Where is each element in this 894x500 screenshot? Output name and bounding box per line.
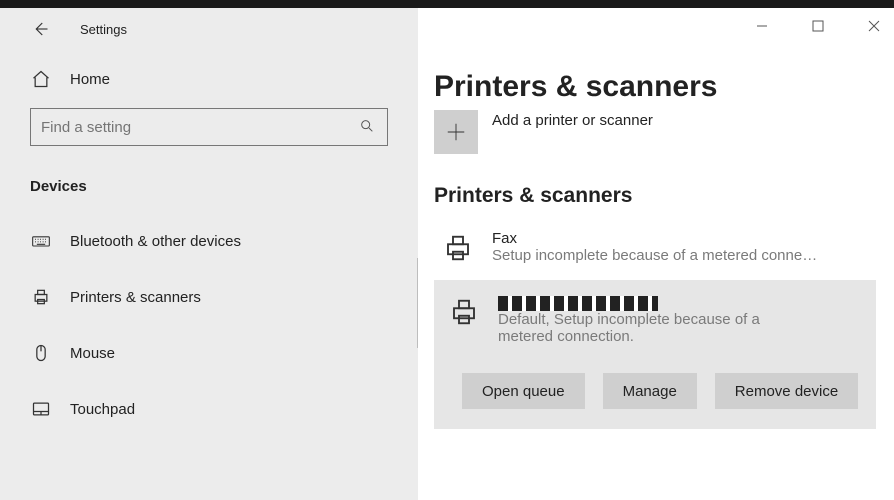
page-title: Printers & scanners — [434, 70, 876, 104]
device-row-fax[interactable]: Fax Setup incomplete because of a metere… — [434, 222, 876, 274]
back-arrow-icon[interactable] — [30, 19, 50, 39]
search-box[interactable] — [30, 108, 388, 146]
maximize-button[interactable] — [804, 12, 832, 40]
device-row-selected[interactable]: Default, Setup incomplete because of a m… — [434, 280, 876, 429]
sidebar-group-label: Devices — [0, 168, 418, 213]
content-pane: Printers & scanners Add a printer or sca… — [418, 8, 894, 500]
printer-icon — [440, 230, 476, 266]
sidebar-item-touchpad[interactable]: Touchpad — [0, 381, 418, 437]
close-button[interactable] — [860, 12, 888, 40]
home-icon — [30, 68, 52, 90]
sidebar-item-label: Mouse — [70, 345, 115, 362]
device-subtitle: Default, Setup incomplete because of a m… — [498, 311, 818, 345]
device-name-redacted — [498, 294, 866, 311]
settings-window: Settings Home Devices Bluetooth & other … — [0, 8, 894, 500]
sidebar-header: Settings — [0, 8, 418, 50]
sidebar-item-printers[interactable]: Printers & scanners — [0, 269, 418, 325]
plus-tile — [434, 110, 478, 154]
printer-icon — [30, 286, 52, 308]
manage-button[interactable]: Manage — [603, 373, 697, 409]
open-queue-button[interactable]: Open queue — [462, 373, 585, 409]
device-text: Default, Setup incomplete because of a m… — [498, 294, 866, 345]
add-printer-row[interactable]: Add a printer or scanner — [434, 110, 876, 154]
sidebar-home[interactable]: Home — [0, 50, 418, 108]
window-controls — [748, 12, 888, 40]
sidebar-item-bluetooth[interactable]: Bluetooth & other devices — [0, 213, 418, 269]
remove-device-button[interactable]: Remove device — [715, 373, 858, 409]
printer-icon — [446, 294, 482, 330]
device-action-row: Open queue Manage Remove device — [462, 373, 866, 409]
section-title: Printers & scanners — [434, 184, 876, 208]
mouse-icon — [30, 342, 52, 364]
sidebar-item-mouse[interactable]: Mouse — [0, 325, 418, 381]
sidebar: Settings Home Devices Bluetooth & other … — [0, 8, 418, 500]
search-container — [0, 108, 418, 146]
minimize-button[interactable] — [748, 12, 776, 40]
sidebar-home-label: Home — [70, 71, 110, 88]
add-printer-label: Add a printer or scanner — [492, 110, 653, 129]
app-title: Settings — [80, 22, 127, 37]
sidebar-item-label: Bluetooth & other devices — [70, 233, 241, 250]
touchpad-icon — [30, 398, 52, 420]
keyboard-icon — [30, 230, 52, 252]
search-icon — [359, 118, 377, 136]
device-name: Fax — [492, 230, 872, 247]
window-top-border — [0, 0, 894, 8]
device-subtitle: Setup incomplete because of a metered co… — [492, 247, 854, 264]
device-text: Fax Setup incomplete because of a metere… — [492, 230, 872, 264]
sidebar-item-label: Printers & scanners — [70, 289, 201, 306]
sidebar-item-label: Touchpad — [70, 401, 135, 418]
search-input[interactable] — [41, 119, 359, 136]
